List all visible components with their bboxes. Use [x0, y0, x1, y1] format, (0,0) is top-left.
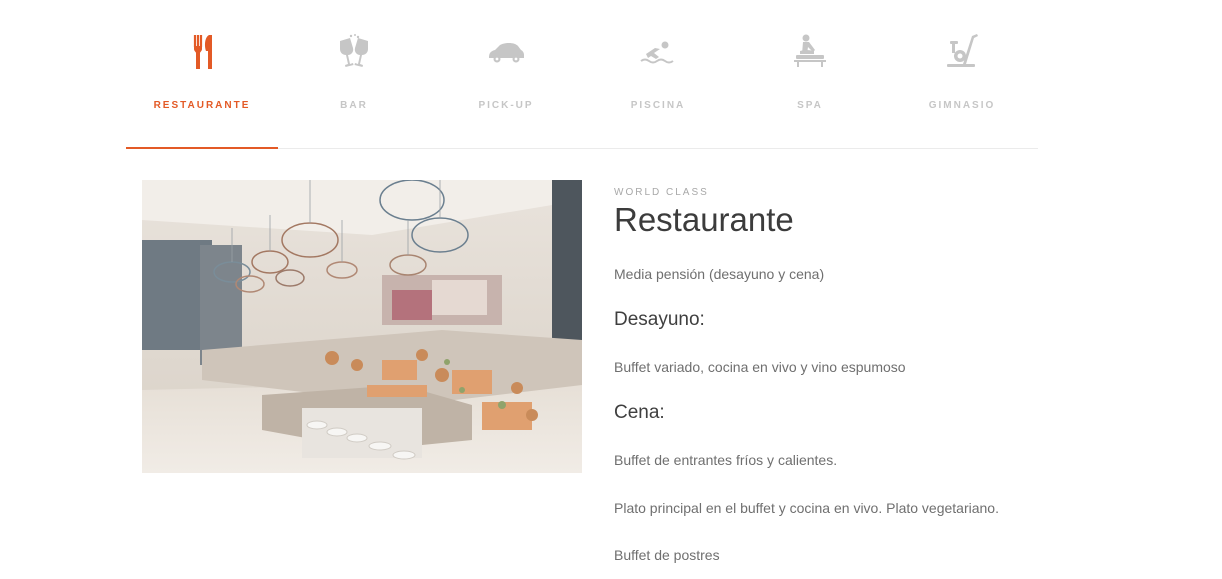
tab-piscina[interactable]: PISCINA [582, 0, 734, 148]
intro-text: Media pensión (desayuno y cena) [614, 266, 825, 282]
restaurant-photo [142, 180, 582, 473]
dinner-item: Buffet de postres [614, 547, 720, 563]
tab-label: RESTAURANTE [153, 100, 251, 111]
dinner-item: Buffet de entrantes fríos y calientes. [614, 452, 838, 468]
tab-label: SPA [797, 100, 823, 111]
page-title: Restaurante [614, 201, 794, 238]
tab-label: GIMNASIO [928, 100, 996, 111]
fork-knife-icon [193, 35, 212, 69]
tab-restaurante[interactable]: RESTAURANTE [126, 0, 278, 149]
car-icon [489, 43, 524, 63]
massage-icon [794, 34, 826, 67]
tab-bar[interactable]: BAR [278, 0, 430, 148]
tab-spa[interactable]: SPA [734, 0, 886, 148]
facility-tabs: RESTAURANTE BAR PICK-UP PISCINA SPA GIMN… [126, 0, 1038, 149]
exercise-bike-icon [947, 34, 978, 67]
tab-label: BAR [340, 100, 368, 111]
tab-pick-up[interactable]: PICK-UP [430, 0, 582, 148]
dinner-item: Plato principal en el buffet y cocina en… [614, 500, 999, 516]
breakfast-text: Buffet variado, cocina en vivo y vino es… [614, 359, 906, 375]
tab-label: PICK-UP [478, 100, 534, 111]
cocktail-glasses-icon [340, 34, 368, 67]
dinner-heading: Cena: [614, 402, 665, 423]
section-eyebrow: WORLD CLASS [614, 187, 709, 198]
swimmer-icon [640, 41, 674, 64]
tab-label: PISCINA [630, 100, 686, 111]
tab-gimnasio[interactable]: GIMNASIO [886, 0, 1038, 148]
breakfast-heading: Desayuno: [614, 309, 705, 330]
active-tab-indicator [126, 147, 278, 149]
